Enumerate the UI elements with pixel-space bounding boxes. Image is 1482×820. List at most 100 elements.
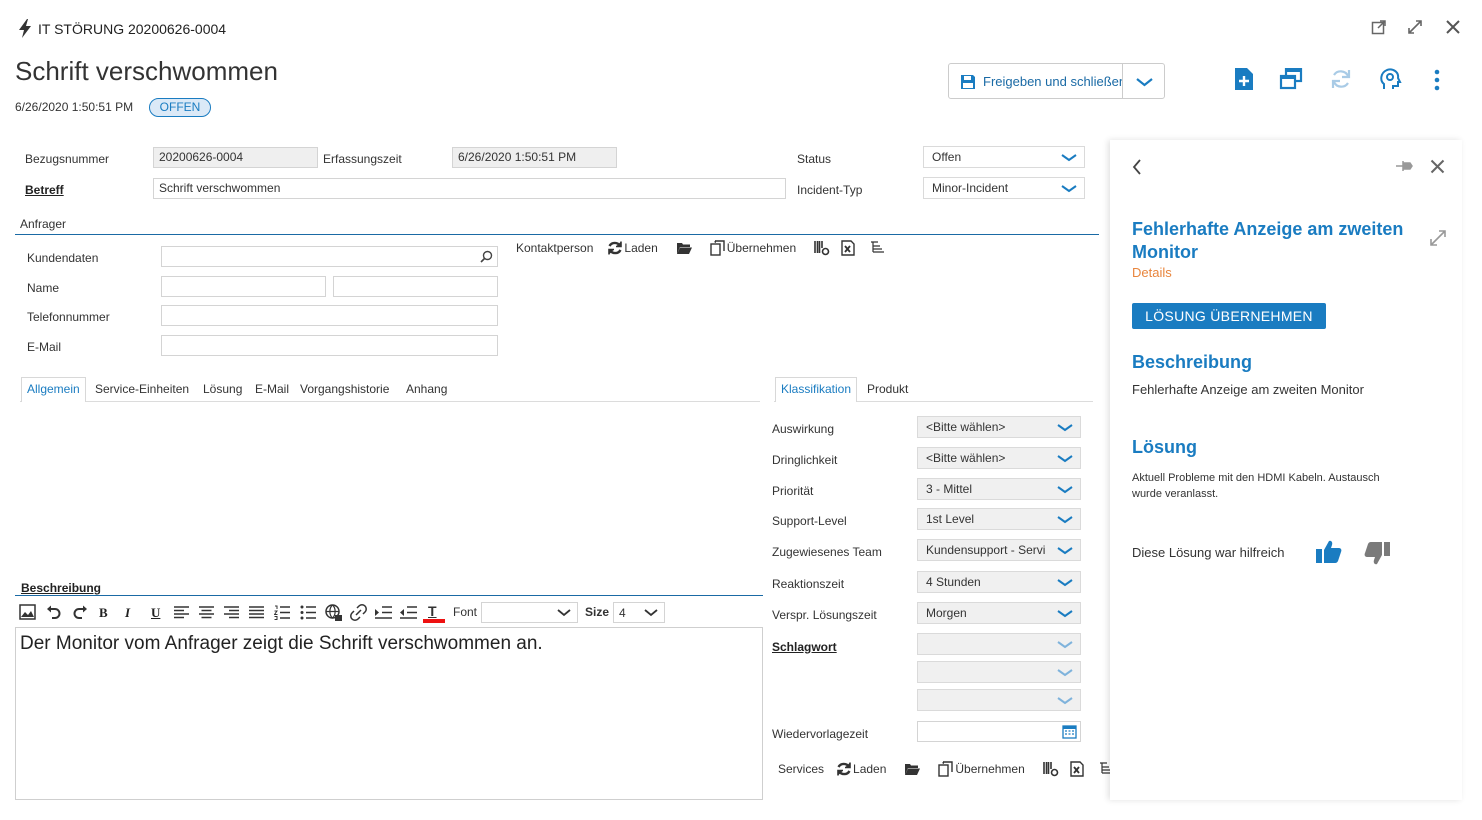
kundendaten-input[interactable]: [161, 246, 498, 267]
schlagwort-select-1[interactable]: [917, 633, 1081, 655]
outdent-icon[interactable]: [400, 606, 417, 619]
copy-windows-icon[interactable]: [1279, 68, 1303, 90]
pin-icon[interactable]: [1396, 159, 1414, 173]
auswirkung-select[interactable]: <Bitte wählen>: [917, 416, 1081, 438]
undo-icon[interactable]: [46, 605, 61, 619]
thumbs-down-icon[interactable]: [1364, 541, 1391, 566]
size-label: Size: [585, 605, 610, 619]
services-load-button[interactable]: Laden: [836, 761, 886, 777]
calendar-icon[interactable]: [1062, 724, 1077, 739]
more-vertical-icon[interactable]: [1433, 69, 1441, 91]
status-select[interactable]: Offen: [923, 146, 1085, 168]
align-justify-icon[interactable]: [249, 606, 264, 619]
auswirkung-value: <Bitte wählen>: [926, 420, 1006, 434]
barcode-settings-icon[interactable]: [814, 240, 830, 256]
tab-produkt[interactable]: Produkt: [867, 382, 908, 396]
expand-icon[interactable]: [1407, 19, 1423, 35]
prioritaet-value: 3 - Mittel: [926, 482, 973, 496]
betreff-input[interactable]: Schrift verschwommen: [153, 178, 786, 199]
betreff-label[interactable]: Betreff: [25, 183, 64, 197]
folder-open-icon[interactable]: [904, 761, 921, 777]
kontakt-load-button[interactable]: Laden: [607, 240, 658, 256]
anfrager-section-title: Anfrager: [20, 217, 67, 231]
loesungszeit-select[interactable]: Morgen: [917, 602, 1081, 624]
align-left-icon[interactable]: [174, 606, 189, 619]
save-close-button[interactable]: Freigeben und schließen: [948, 63, 1126, 99]
schlagwort-label[interactable]: Schlagwort: [772, 640, 837, 654]
chevron-down-icon: [1061, 185, 1077, 193]
refresh-icon[interactable]: [1330, 68, 1352, 90]
excel-icon[interactable]: [840, 240, 856, 256]
thumbs-up-icon[interactable]: [1315, 539, 1342, 564]
email-input[interactable]: [161, 335, 498, 356]
barcode-settings-icon[interactable]: [1042, 761, 1059, 777]
chevron-down-icon: [1057, 641, 1073, 649]
chevron-down-icon: [1057, 697, 1073, 705]
details-link[interactable]: Details: [1132, 265, 1172, 280]
expand-icon[interactable]: [1429, 229, 1447, 247]
wiedervorlage-input[interactable]: [917, 721, 1081, 742]
breadcrumb: IT STÖRUNG 20200626-0004: [38, 21, 227, 37]
beschreibung-divider: [15, 595, 763, 596]
schlagwort-select-3[interactable]: [917, 689, 1081, 711]
save-dropdown-button[interactable]: [1122, 63, 1165, 99]
tab-klassifikation[interactable]: Klassifikation: [775, 377, 858, 402]
services-apply-button[interactable]: Übernehmen: [938, 761, 1025, 777]
prioritaet-select[interactable]: 3 - Mittel: [917, 478, 1081, 500]
side-article-title[interactable]: Fehlerhafte Anzeige am zweiten Monitor: [1132, 218, 1412, 264]
tab-service-einheiten[interactable]: Service-Einheiten: [95, 382, 189, 396]
chevron-down-icon: [644, 609, 658, 617]
excel-icon[interactable]: [1069, 761, 1085, 777]
ai-assistant-icon[interactable]: [1378, 67, 1402, 91]
redo-icon[interactable]: [73, 605, 88, 619]
font-select[interactable]: [481, 602, 578, 623]
incident-typ-select[interactable]: Minor-Incident: [923, 177, 1085, 199]
editor-toolbar: B I U T Font Size 4: [18, 602, 763, 624]
page-title: Schrift verschwommen: [15, 56, 278, 86]
close-icon[interactable]: [1430, 159, 1445, 174]
tab-vorgangshistorie[interactable]: Vorgangshistorie: [300, 382, 389, 396]
support-level-select[interactable]: 1st Level: [917, 508, 1081, 530]
team-select[interactable]: Kundensupport - Servi: [917, 539, 1081, 561]
unlink-icon[interactable]: [350, 604, 367, 621]
search-icon[interactable]: [480, 250, 493, 263]
beschreibung-editor[interactable]: Der Monitor vom Anfrager zeigt die Schri…: [15, 627, 763, 800]
popout-icon[interactable]: [1371, 19, 1387, 35]
dringlichkeit-select[interactable]: <Bitte wählen>: [917, 447, 1081, 469]
tab-anhang[interactable]: Anhang: [406, 382, 447, 396]
incident-typ-value: Minor-Incident: [932, 181, 1009, 195]
new-document-icon[interactable]: [1234, 67, 1254, 91]
underline-button[interactable]: U: [151, 605, 160, 621]
status-badge: OFFEN: [149, 98, 211, 117]
italic-button[interactable]: I: [125, 605, 130, 621]
wiedervorlage-label: Wiedervorlagezeit: [772, 727, 869, 741]
firstname-input[interactable]: [161, 276, 326, 297]
image-icon[interactable]: [19, 604, 36, 620]
apply-solution-button[interactable]: LÖSUNG ÜBERNEHMEN: [1132, 303, 1326, 329]
reaktionszeit-select[interactable]: 4 Stunden: [917, 571, 1081, 593]
tree-list-icon[interactable]: [870, 240, 886, 256]
tab-email[interactable]: E-Mail: [255, 382, 289, 396]
align-right-icon[interactable]: [224, 606, 239, 619]
folder-open-icon[interactable]: [676, 240, 692, 256]
schlagwort-select-2[interactable]: [917, 661, 1081, 683]
lastname-input[interactable]: [333, 276, 498, 297]
bold-button[interactable]: B: [99, 605, 108, 621]
kontakt-apply-button[interactable]: Übernehmen: [710, 240, 796, 256]
beschreibung-heading: Beschreibung: [1132, 352, 1253, 372]
indent-icon[interactable]: [375, 606, 392, 619]
tab-loesung[interactable]: Lösung: [203, 382, 242, 396]
size-select[interactable]: 4: [613, 602, 665, 623]
globe-link-icon[interactable]: [325, 604, 342, 621]
loesung-text: Aktuell Probleme mit den HDMI Kabeln. Au…: [1132, 472, 1380, 500]
text-color-button[interactable]: T: [423, 602, 445, 623]
ordered-list-icon[interactable]: [274, 605, 290, 620]
tab-allgemein[interactable]: Allgemein: [21, 377, 86, 402]
unordered-list-icon[interactable]: [300, 605, 316, 620]
anfrager-divider: [15, 234, 1099, 235]
chevron-left-icon[interactable]: [1132, 158, 1142, 176]
close-icon[interactable]: [1445, 19, 1461, 35]
telefon-input[interactable]: [161, 305, 498, 326]
services-load-label: Laden: [853, 762, 887, 776]
align-center-icon[interactable]: [199, 606, 214, 619]
